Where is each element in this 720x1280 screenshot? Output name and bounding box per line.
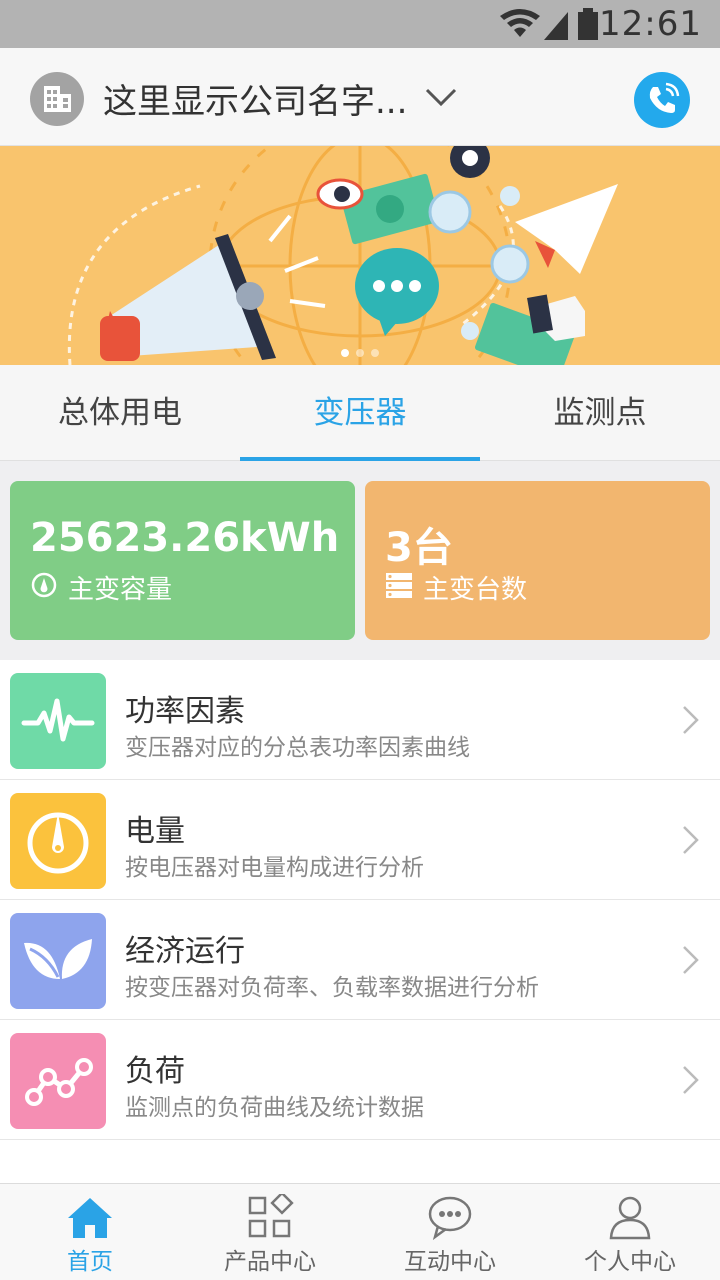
gauge-small-icon: [31, 572, 57, 598]
transformer-count-value: 3台: [385, 525, 453, 571]
signal-icons: [500, 8, 598, 40]
status-bar: 12:61: [0, 0, 720, 48]
tab-overall-usage[interactable]: 总体用电: [0, 365, 240, 460]
user-icon: [609, 1196, 651, 1240]
chevron-down-icon[interactable]: [424, 82, 458, 110]
chevron-right-icon: [683, 1066, 699, 1094]
phone-button[interactable]: [634, 72, 690, 128]
tab-monitoring-points[interactable]: 监测点: [480, 365, 720, 460]
clock: 12:61: [599, 4, 702, 44]
company-name-selector[interactable]: 这里显示公司名字...: [103, 74, 407, 123]
list-item-load[interactable]: 负荷 监测点的负荷曲线及统计数据: [0, 1020, 720, 1140]
transformer-count-label: 主变台数: [423, 575, 528, 605]
promo-banner[interactable]: [0, 146, 720, 365]
trend-icon: [10, 1033, 106, 1129]
app-header: 这里显示公司名字...: [0, 48, 720, 146]
chevron-right-icon: [683, 826, 699, 854]
feature-list: 功率因素 变压器对应的分总表功率因素曲线 电量 按电压器对电量构成进行分析 经济…: [0, 660, 720, 1183]
home-icon: [68, 1198, 112, 1238]
chevron-right-icon: [683, 706, 699, 734]
list-item-electricity[interactable]: 电量 按电压器对电量构成进行分析: [0, 780, 720, 900]
chevron-right-icon: [683, 946, 699, 974]
nav-interaction[interactable]: 互动中心: [360, 1184, 540, 1280]
nav-home[interactable]: 首页: [0, 1184, 180, 1280]
list-item-power-factor[interactable]: 功率因素 变压器对应的分总表功率因素曲线: [0, 660, 720, 780]
list-item-desc: 按变压器对负荷率、负载率数据进行分析: [125, 975, 539, 1001]
tab-bar: 总体用电 变压器 监测点: [0, 365, 720, 461]
transformer-count-card[interactable]: 3台 主变台数: [365, 481, 710, 640]
nav-profile[interactable]: 个人中心: [540, 1184, 720, 1280]
list-spacer: [0, 1140, 720, 1183]
pulse-icon: [10, 673, 106, 769]
list-item-desc: 监测点的负荷曲线及统计数据: [125, 1095, 424, 1121]
grid-icon: [248, 1194, 294, 1238]
capacity-value: 25623.26kWh: [30, 515, 340, 561]
nav-label: 互动中心: [404, 1249, 496, 1275]
list-item-desc: 按电压器对电量构成进行分析: [125, 855, 424, 881]
server-stack-icon: [386, 573, 412, 598]
bottom-nav: 首页 产品中心 互动中心 个人中心: [0, 1183, 720, 1280]
nav-label: 个人中心: [584, 1249, 676, 1275]
chat-icon: [428, 1196, 472, 1240]
tab-transformer[interactable]: 变压器: [240, 365, 480, 461]
list-item-title: 负荷: [125, 1054, 185, 1089]
list-item-title: 经济运行: [125, 934, 245, 969]
list-item-title: 功率因素: [125, 694, 245, 729]
gauge-icon: [10, 793, 106, 889]
list-item-desc: 变压器对应的分总表功率因素曲线: [125, 735, 470, 761]
capacity-label: 主变容量: [68, 575, 173, 605]
building-icon: [30, 72, 84, 126]
nav-products[interactable]: 产品中心: [180, 1184, 360, 1280]
list-item-economic-operation[interactable]: 经济运行 按变压器对负荷率、负载率数据进行分析: [0, 900, 720, 1020]
leaf-icon: [10, 913, 106, 1009]
capacity-card[interactable]: 25623.26kWh 主变容量: [10, 481, 355, 640]
list-item-title: 电量: [125, 814, 185, 849]
nav-label: 首页: [67, 1249, 113, 1275]
nav-label: 产品中心: [224, 1249, 316, 1275]
phone-icon: [649, 82, 680, 113]
banner-illustration: [67, 146, 618, 365]
